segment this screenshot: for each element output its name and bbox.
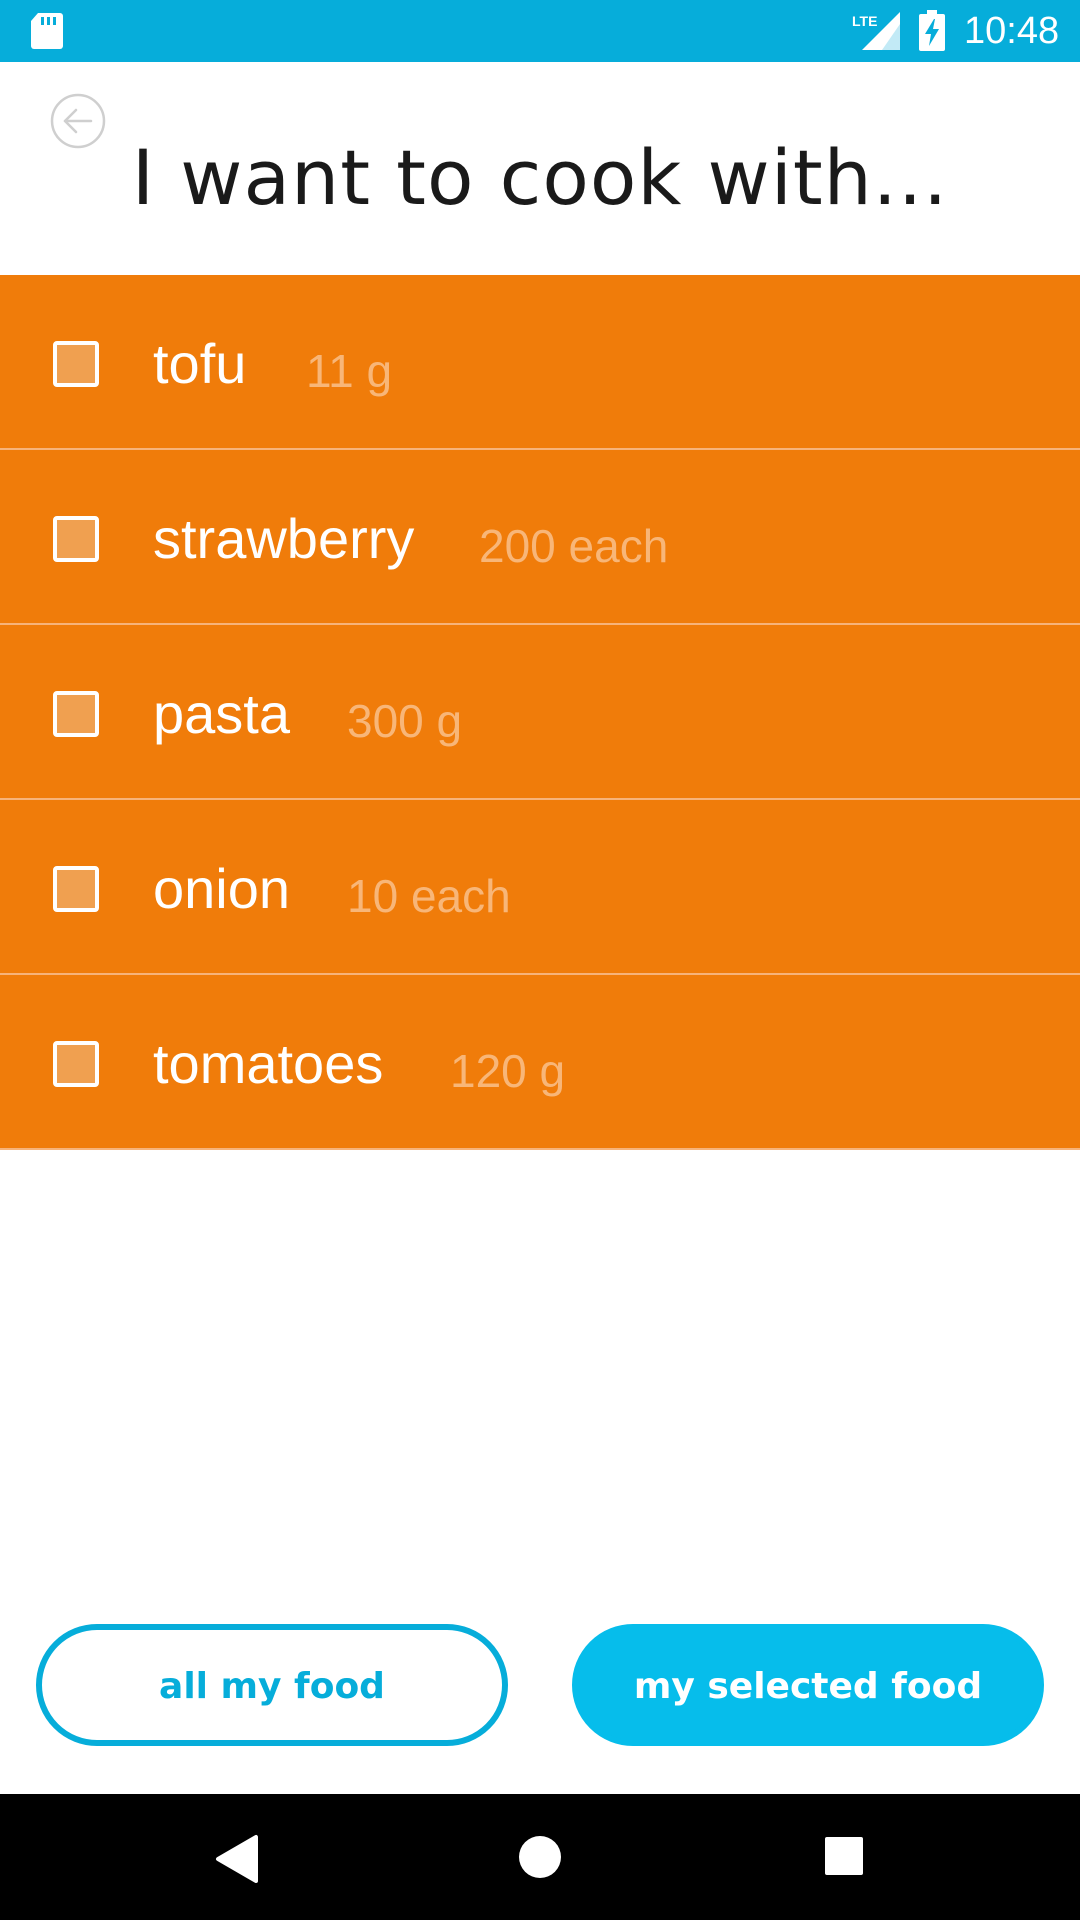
nav-recents-icon[interactable] [824, 1836, 864, 1876]
list-item[interactable]: pasta 300 g [0, 625, 1080, 800]
my-selected-food-button[interactable]: my selected food [572, 1624, 1044, 1746]
food-quantity: 11 g [306, 345, 393, 397]
status-time: 10:48 [964, 10, 1060, 52]
list-item[interactable]: tofu 11 g [0, 275, 1080, 450]
food-quantity: 300 g [347, 695, 463, 747]
food-name: onion [153, 857, 291, 920]
food-quantity: 120 g [450, 1045, 566, 1097]
sd-card-icon [31, 13, 63, 49]
food-quantity: 10 each [347, 870, 511, 922]
nav-back-icon[interactable] [214, 1834, 260, 1884]
food-list: tofu 11 g strawberry 200 each pasta 300 … [0, 275, 1080, 1150]
food-name: pasta [153, 682, 290, 745]
checkbox[interactable] [53, 516, 99, 562]
page-title: I want to cook with... [131, 133, 949, 222]
navigation-bar [0, 1794, 1080, 1920]
all-my-food-button[interactable]: all my food [36, 1624, 508, 1746]
lte-label: LTE [852, 13, 877, 29]
checkbox[interactable] [53, 866, 99, 912]
lte-signal-icon: LTE [852, 12, 900, 50]
nav-home-icon[interactable] [518, 1835, 562, 1879]
battery-charging-icon [919, 10, 945, 51]
list-item[interactable]: onion 10 each [0, 800, 1080, 975]
checkbox[interactable] [53, 691, 99, 737]
checkbox[interactable] [53, 1041, 99, 1087]
list-item[interactable]: tomatoes 120 g [0, 975, 1080, 1150]
screen: LTE 10:48 I want to cook with... tofu 11… [0, 0, 1080, 1920]
food-name: strawberry [153, 507, 415, 570]
checkbox[interactable] [53, 341, 99, 387]
food-name: tomatoes [153, 1032, 384, 1095]
food-name: tofu [153, 332, 247, 395]
food-quantity: 200 each [479, 520, 669, 572]
list-item[interactable]: strawberry 200 each [0, 450, 1080, 625]
status-bar: LTE 10:48 [0, 0, 1080, 62]
